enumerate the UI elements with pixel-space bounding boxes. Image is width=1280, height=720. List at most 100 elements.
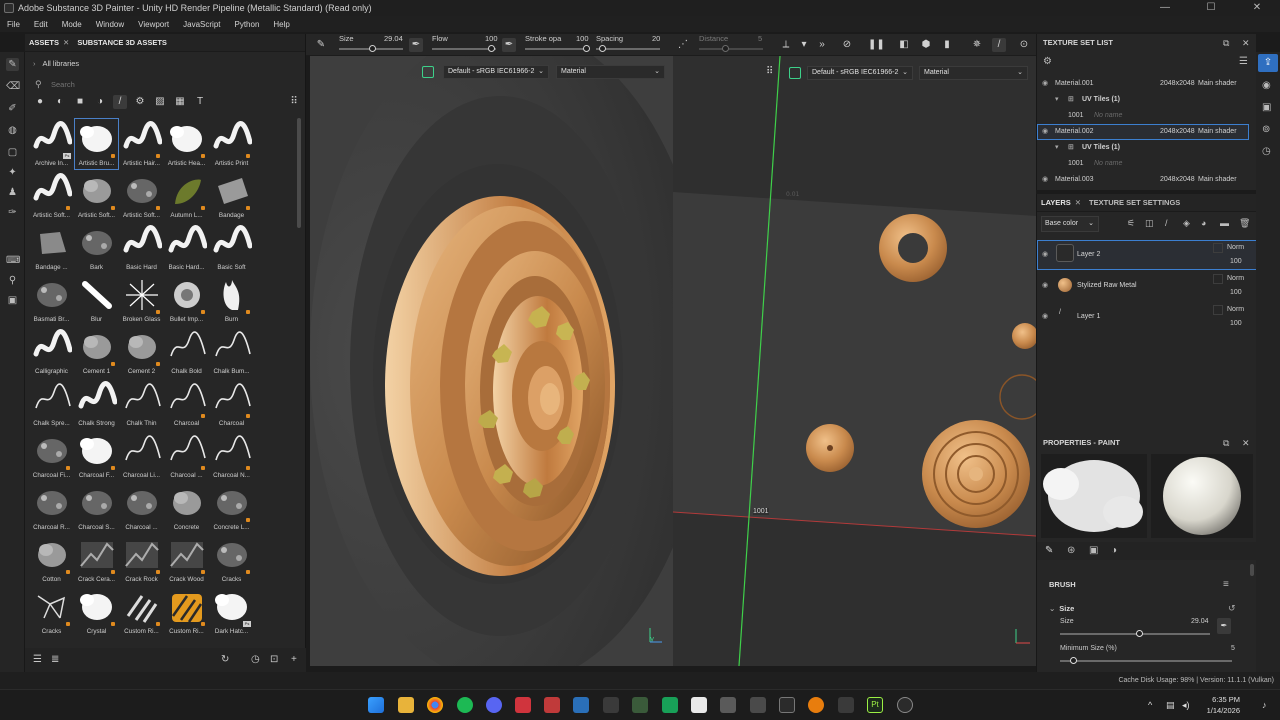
geometry-mask-icon[interactable]: ◍ [6,124,19,137]
app-record-icon[interactable] [544,697,560,713]
settings-icon[interactable]: ⚙ [1043,56,1052,67]
viewer-settings-dock-icon[interactable]: ⊚ [1262,124,1270,135]
add-fill-layer-icon[interactable]: ◈ [1183,218,1190,229]
add-asset-icon[interactable]: + [291,654,297,665]
brush-menu-icon[interactable]: ≡ [1223,579,1229,590]
menu-icon[interactable]: ☰ [1239,56,1248,67]
brush-asset[interactable]: Cement 1 [74,326,119,378]
size-group-header[interactable]: ⌄ Size [1049,604,1074,613]
menu-javascript[interactable]: JavaScript [176,20,227,29]
spacing-value[interactable]: 20 [652,34,660,43]
network-icon[interactable]: ▤ [1166,700,1175,711]
visibility-eye-icon[interactable]: ◉ [1042,172,1048,188]
start-icon[interactable] [368,697,384,713]
brush-asset[interactable]: Ps Archive In... [29,118,74,170]
pen-pressure-icon[interactable]: ✒ [409,38,423,52]
size-slider-knob[interactable] [369,45,376,52]
visibility-eye-icon[interactable]: ◉ [1042,250,1048,258]
brush-asset[interactable]: Bandage [209,170,254,222]
lazy-mouse-icon[interactable]: ⋰ [676,38,690,52]
add-folder-icon[interactable]: ▬ [1220,218,1229,228]
brush-asset[interactable]: Bark [74,222,119,274]
brush-asset[interactable]: Charcoal ... [164,430,209,482]
app-green-icon[interactable] [662,697,678,713]
refresh-icon[interactable]: ↻ [221,654,229,665]
brush-asset[interactable]: Artistic Hea... [164,118,209,170]
reset-icon[interactable]: ↺ [1228,603,1236,614]
maximize-button[interactable]: ☐ [1188,0,1234,16]
brush-asset[interactable]: Cement 2 [119,326,164,378]
brush-asset[interactable]: Custom Ri... [119,586,164,638]
cube-view-icon[interactable]: ⬢ [919,38,933,52]
brush-asset[interactable]: Artistic Bru... [74,118,119,170]
blend-mode[interactable]: Norm [1227,244,1244,251]
tab-layers[interactable]: LAYERS ✕ [1037,194,1085,212]
list-view-icon[interactable]: ☰ [33,654,42,665]
close-tab-icon[interactable]: ✕ [63,38,69,47]
pressure-toggle-icon[interactable]: ✒ [1217,618,1231,634]
menu-edit[interactable]: Edit [27,20,55,29]
menu-help[interactable]: Help [266,20,296,29]
layer-mask-slot[interactable] [1213,305,1223,315]
layer-opacity[interactable]: 100 [1230,320,1242,327]
filter-font-icon[interactable]: T [193,95,207,109]
brush-asset[interactable]: Cracks [29,586,74,638]
chrome-icon[interactable] [427,697,443,713]
display-settings-icon[interactable] [422,66,434,78]
file-explorer-icon[interactable] [398,697,414,713]
pause-render-icon[interactable]: ❚❚ [868,38,885,52]
viewport-2d[interactable]: 0.01 1001 ⠿ Default - sRGB IEC61966-2 ⌄ M… [673,56,1036,666]
bake-tool-icon[interactable]: ⌨ [6,254,20,267]
viewport-grid-icon[interactable]: ⠿ [766,66,773,77]
tab-substance-assets[interactable]: SUBSTANCE 3D ASSETS [73,34,171,52]
brush-asset[interactable]: Charcoal [209,378,254,430]
texture-set-row[interactable]: ◉ Material.001 2048x2048 Main shader [1037,76,1249,92]
uv-tiles-row[interactable]: ▾ ⊞ UV Tiles (1) [1037,140,1249,156]
layer-opacity[interactable]: 100 [1230,289,1242,296]
brush-asset[interactable]: Charcoal Li... [119,430,164,482]
brush-asset[interactable]: Artistic Print [209,118,254,170]
add-effect-icon[interactable]: ⚟ [1127,218,1135,229]
flow-slider[interactable] [432,48,496,50]
history-icon[interactable]: ◷ [251,654,260,665]
visibility-eye-icon[interactable]: ◉ [1042,312,1048,320]
brush-asset[interactable]: Burn [209,274,254,326]
projection-tool-icon[interactable]: ✐ [6,102,19,115]
library-breadcrumb[interactable]: › All libraries [33,59,79,68]
distance-slider[interactable] [699,48,763,50]
texture-set-row[interactable]: ◉ Material.003 2048x2048 Main shader [1037,172,1249,188]
tray-chevron-icon[interactable]: ^ [1148,700,1152,710]
brush-asset[interactable]: Autumn L... [164,170,209,222]
material-tab-icon[interactable]: ◑ [1111,545,1117,556]
brush-asset[interactable]: Charcoal ... [119,482,164,534]
brush-asset[interactable]: Crack Cera... [74,534,119,586]
filter-smart-material-icon[interactable]: ◐ [53,95,67,109]
channel-select-right[interactable]: Material ⌄ [919,66,1028,80]
brush-asset[interactable]: Crack Rock [119,534,164,586]
visibility-eye-icon[interactable]: ◉ [1042,124,1048,140]
blend-mode[interactable]: Norm [1227,275,1244,282]
float-panel-icon[interactable]: ⧉ [1223,34,1229,52]
brush-tab-icon[interactable]: ✎ [1045,545,1053,556]
brush-asset[interactable]: Chalk Bum... [209,326,254,378]
brush-asset[interactable]: Calligraphic [29,326,74,378]
smudge-tool-icon[interactable]: ✦ [6,166,19,179]
brush-asset[interactable]: Charcoal R... [29,482,74,534]
discord-icon[interactable] [486,697,502,713]
chevron-down-icon[interactable]: ▾ [797,38,811,52]
notification-bell-icon[interactable]: ♪ [1262,700,1267,710]
brush-asset[interactable]: Artistic Hair... [119,118,164,170]
layer-mask-slot[interactable] [1213,243,1223,253]
app-cube-icon[interactable] [720,697,736,713]
view-mode-2d3d-icon[interactable]: ◧ [897,38,911,52]
assets-scrollbar[interactable] [297,118,301,228]
brush-asset[interactable]: Charcoal N... [209,430,254,482]
history-dock-icon[interactable]: ◷ [1262,146,1271,157]
close-panel-icon[interactable]: ✕ [1242,434,1250,452]
brush-asset[interactable]: Chalk Bold [164,326,209,378]
tab-texture-set-settings[interactable]: TEXTURE SET SETTINGS [1085,194,1184,212]
stroke-opacity-slider[interactable] [525,48,589,50]
app-gear-icon[interactable] [750,697,766,713]
close-window-button[interactable]: ✕ [1234,0,1280,16]
stencil-tab-icon[interactable]: ▣ [1089,545,1098,556]
